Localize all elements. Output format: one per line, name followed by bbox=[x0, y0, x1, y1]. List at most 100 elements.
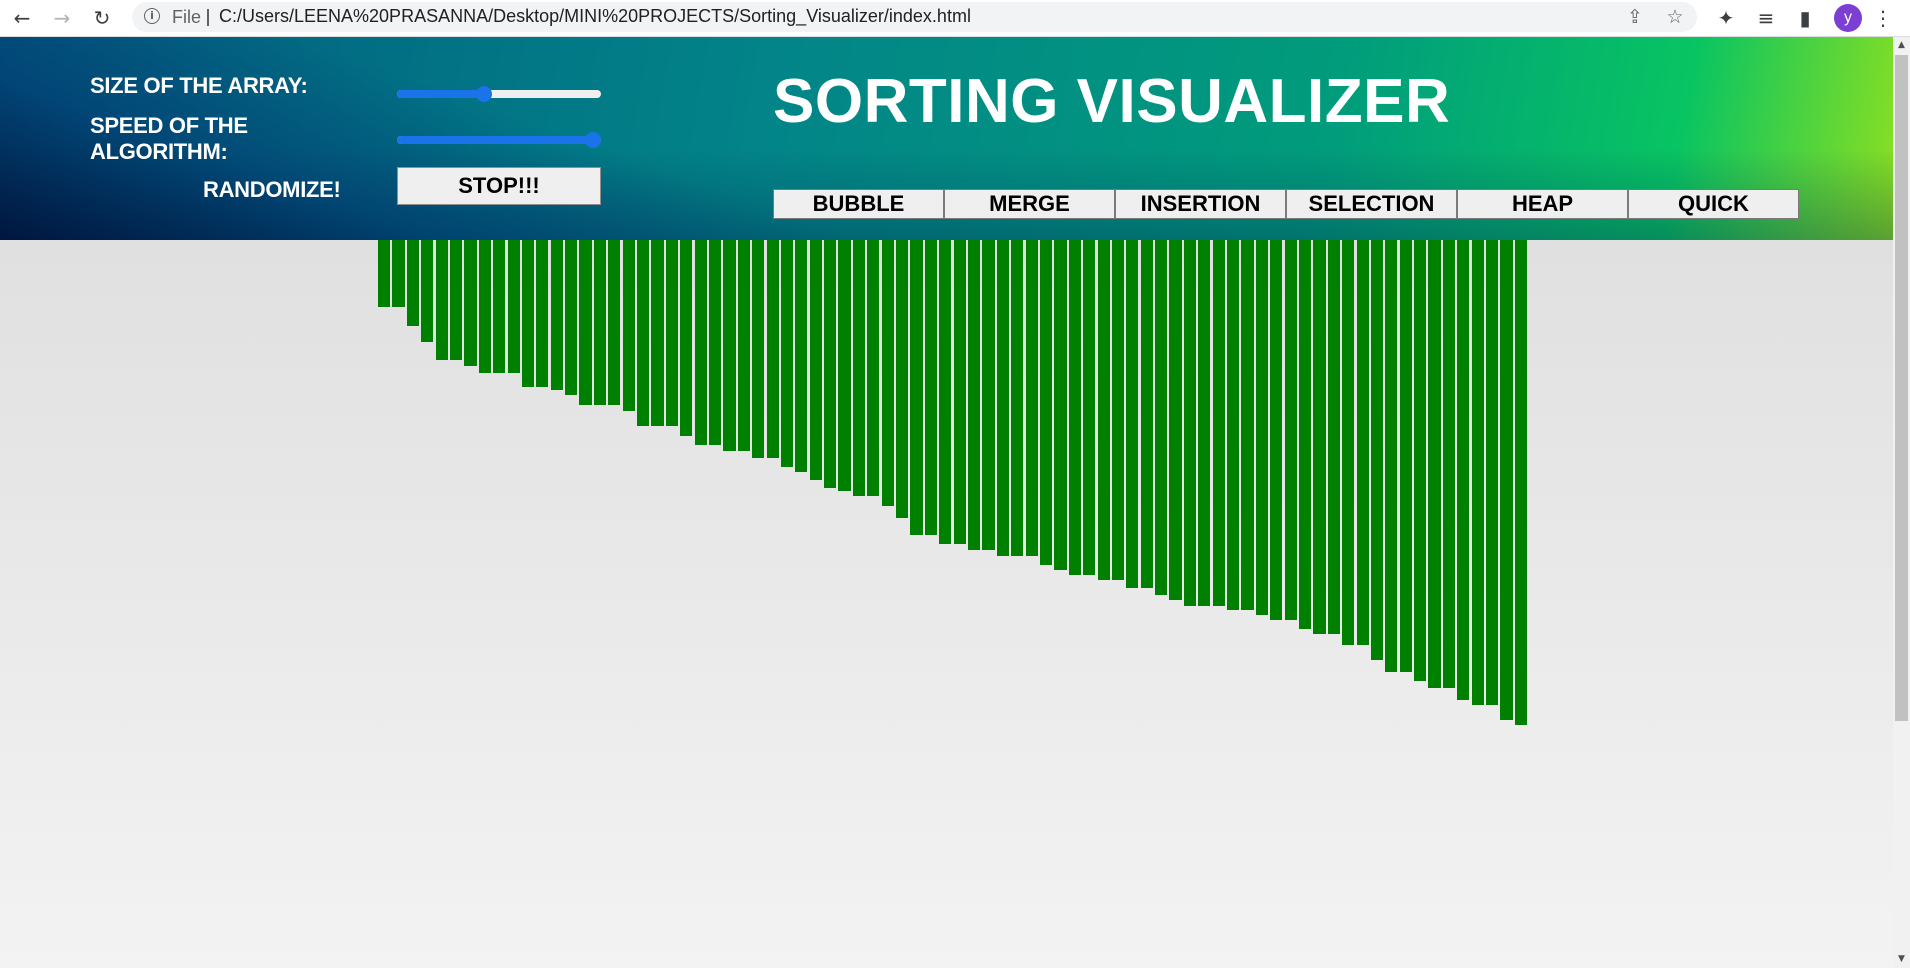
array-bar bbox=[593, 240, 607, 405]
algorithm-button-group: BUBBLE MERGE INSERTION SELECTION HEAP QU… bbox=[773, 189, 1799, 219]
array-bar bbox=[838, 240, 851, 491]
selection-sort-button[interactable]: SELECTION bbox=[1286, 189, 1457, 219]
page-header: SIZE OF THE ARRAY: SPEED OF THE ALGORITH… bbox=[0, 37, 1893, 240]
array-bar bbox=[896, 240, 909, 518]
array-bar bbox=[1471, 240, 1484, 705]
slider-fill bbox=[397, 90, 484, 98]
profile-avatar[interactable]: y bbox=[1834, 4, 1862, 32]
array-bar bbox=[1356, 240, 1369, 645]
array-bar bbox=[1212, 240, 1225, 606]
array-bar bbox=[1500, 240, 1513, 720]
browser-toolbar: ← → ↻ i File C:/Users/LEENA%20PRASANNA/D… bbox=[0, 0, 1910, 37]
array-bar bbox=[939, 240, 952, 544]
scrollbar-thumb[interactable] bbox=[1895, 55, 1908, 721]
array-bar bbox=[478, 240, 491, 373]
extensions-puzzle-icon[interactable]: ✦ bbox=[1713, 5, 1739, 31]
array-bar bbox=[1327, 240, 1340, 634]
array-bar bbox=[1313, 240, 1326, 634]
array-bar bbox=[579, 240, 592, 405]
back-icon[interactable]: ← bbox=[9, 5, 35, 31]
array-bar bbox=[1169, 240, 1182, 600]
array-bar bbox=[1097, 240, 1110, 580]
slider-thumb[interactable] bbox=[475, 86, 492, 102]
array-bar bbox=[723, 240, 736, 451]
speed-slider[interactable] bbox=[397, 127, 605, 153]
array-bar bbox=[824, 240, 837, 488]
page-title: SORTING VISUALIZER bbox=[773, 67, 1451, 136]
array-bar bbox=[809, 240, 822, 480]
array-bar bbox=[1298, 240, 1312, 629]
slider-fill bbox=[397, 136, 593, 144]
quick-sort-button[interactable]: QUICK bbox=[1628, 189, 1799, 219]
stop-button[interactable]: STOP!!! bbox=[397, 167, 601, 205]
array-bar bbox=[1068, 240, 1081, 575]
array-bar bbox=[622, 240, 635, 411]
scheme-label: File bbox=[172, 7, 202, 27]
array-bar bbox=[1255, 240, 1268, 615]
array-bar bbox=[780, 240, 794, 467]
array-bar bbox=[449, 240, 463, 360]
address-bar[interactable]: i File C:/Users/LEENA%20PRASANNA/Desktop… bbox=[132, 2, 1697, 32]
array-bar bbox=[637, 240, 650, 426]
array-bar bbox=[665, 240, 678, 426]
array-bar bbox=[852, 240, 866, 496]
array-bar bbox=[1011, 240, 1024, 556]
side-panel-icon[interactable]: ▮ bbox=[1792, 5, 1818, 31]
array-bar bbox=[435, 240, 448, 360]
array-bar bbox=[550, 240, 563, 390]
visualizer-area bbox=[0, 240, 1893, 968]
array-size-slider[interactable] bbox=[397, 81, 605, 107]
array-bar bbox=[406, 240, 419, 326]
array-bar bbox=[1428, 240, 1441, 688]
insertion-sort-button[interactable]: INSERTION bbox=[1115, 189, 1286, 219]
share-icon[interactable]: ⇪ bbox=[1622, 4, 1648, 30]
array-bar bbox=[565, 240, 578, 395]
array-bar bbox=[1442, 240, 1456, 688]
array-bar bbox=[1039, 240, 1053, 565]
speed-label: SPEED OF THE ALGORITHM: bbox=[90, 113, 248, 164]
array-bar bbox=[967, 240, 981, 550]
array-bar bbox=[1284, 240, 1297, 620]
reload-icon[interactable]: ↻ bbox=[89, 5, 115, 31]
array-bar bbox=[1227, 240, 1240, 610]
array-bar bbox=[1514, 240, 1527, 725]
vertical-scrollbar[interactable]: ▲ ▼ bbox=[1893, 37, 1910, 968]
merge-sort-button[interactable]: MERGE bbox=[944, 189, 1115, 219]
media-queue-icon[interactable]: ≡ bbox=[1753, 5, 1779, 31]
bookmark-star-icon[interactable]: ☆ bbox=[1662, 4, 1688, 30]
array-bar bbox=[1370, 240, 1384, 660]
array-bars-container bbox=[0, 240, 1893, 968]
array-bar bbox=[694, 240, 707, 445]
info-icon[interactable]: i bbox=[144, 8, 160, 24]
array-bar bbox=[464, 240, 477, 366]
array-bar bbox=[493, 240, 506, 373]
scroll-up-arrow-icon[interactable]: ▲ bbox=[1893, 37, 1910, 54]
randomize-button[interactable]: RANDOMIZE! bbox=[203, 177, 363, 203]
scroll-down-arrow-icon[interactable]: ▼ bbox=[1893, 951, 1910, 968]
array-bar bbox=[881, 240, 894, 506]
array-bar bbox=[1054, 240, 1067, 570]
array-bar bbox=[1183, 240, 1197, 606]
array-bar bbox=[1486, 240, 1499, 705]
bubble-sort-button[interactable]: BUBBLE bbox=[773, 189, 944, 219]
array-bar bbox=[867, 240, 880, 496]
array-bar bbox=[737, 240, 750, 451]
array-bar bbox=[1126, 240, 1139, 588]
array-bar bbox=[521, 240, 535, 387]
url-text[interactable]: C:/Users/LEENA%20PRASANNA/Desktop/MINI%2… bbox=[219, 6, 971, 27]
array-bar bbox=[708, 240, 722, 445]
browser-menu-icon[interactable]: ⋮ bbox=[1870, 5, 1896, 31]
heap-sort-button[interactable]: HEAP bbox=[1457, 189, 1628, 219]
array-bar bbox=[651, 240, 664, 426]
array-bar bbox=[536, 240, 549, 387]
array-bar bbox=[680, 240, 693, 436]
array-bar bbox=[1198, 240, 1211, 606]
array-bar bbox=[910, 240, 923, 535]
array-bar bbox=[752, 240, 765, 458]
array-bar bbox=[1241, 240, 1254, 610]
slider-thumb[interactable] bbox=[585, 132, 601, 148]
array-bar bbox=[1270, 240, 1283, 620]
array-bar bbox=[392, 240, 405, 307]
array-bar bbox=[953, 240, 966, 544]
forward-icon[interactable]: → bbox=[49, 5, 75, 31]
